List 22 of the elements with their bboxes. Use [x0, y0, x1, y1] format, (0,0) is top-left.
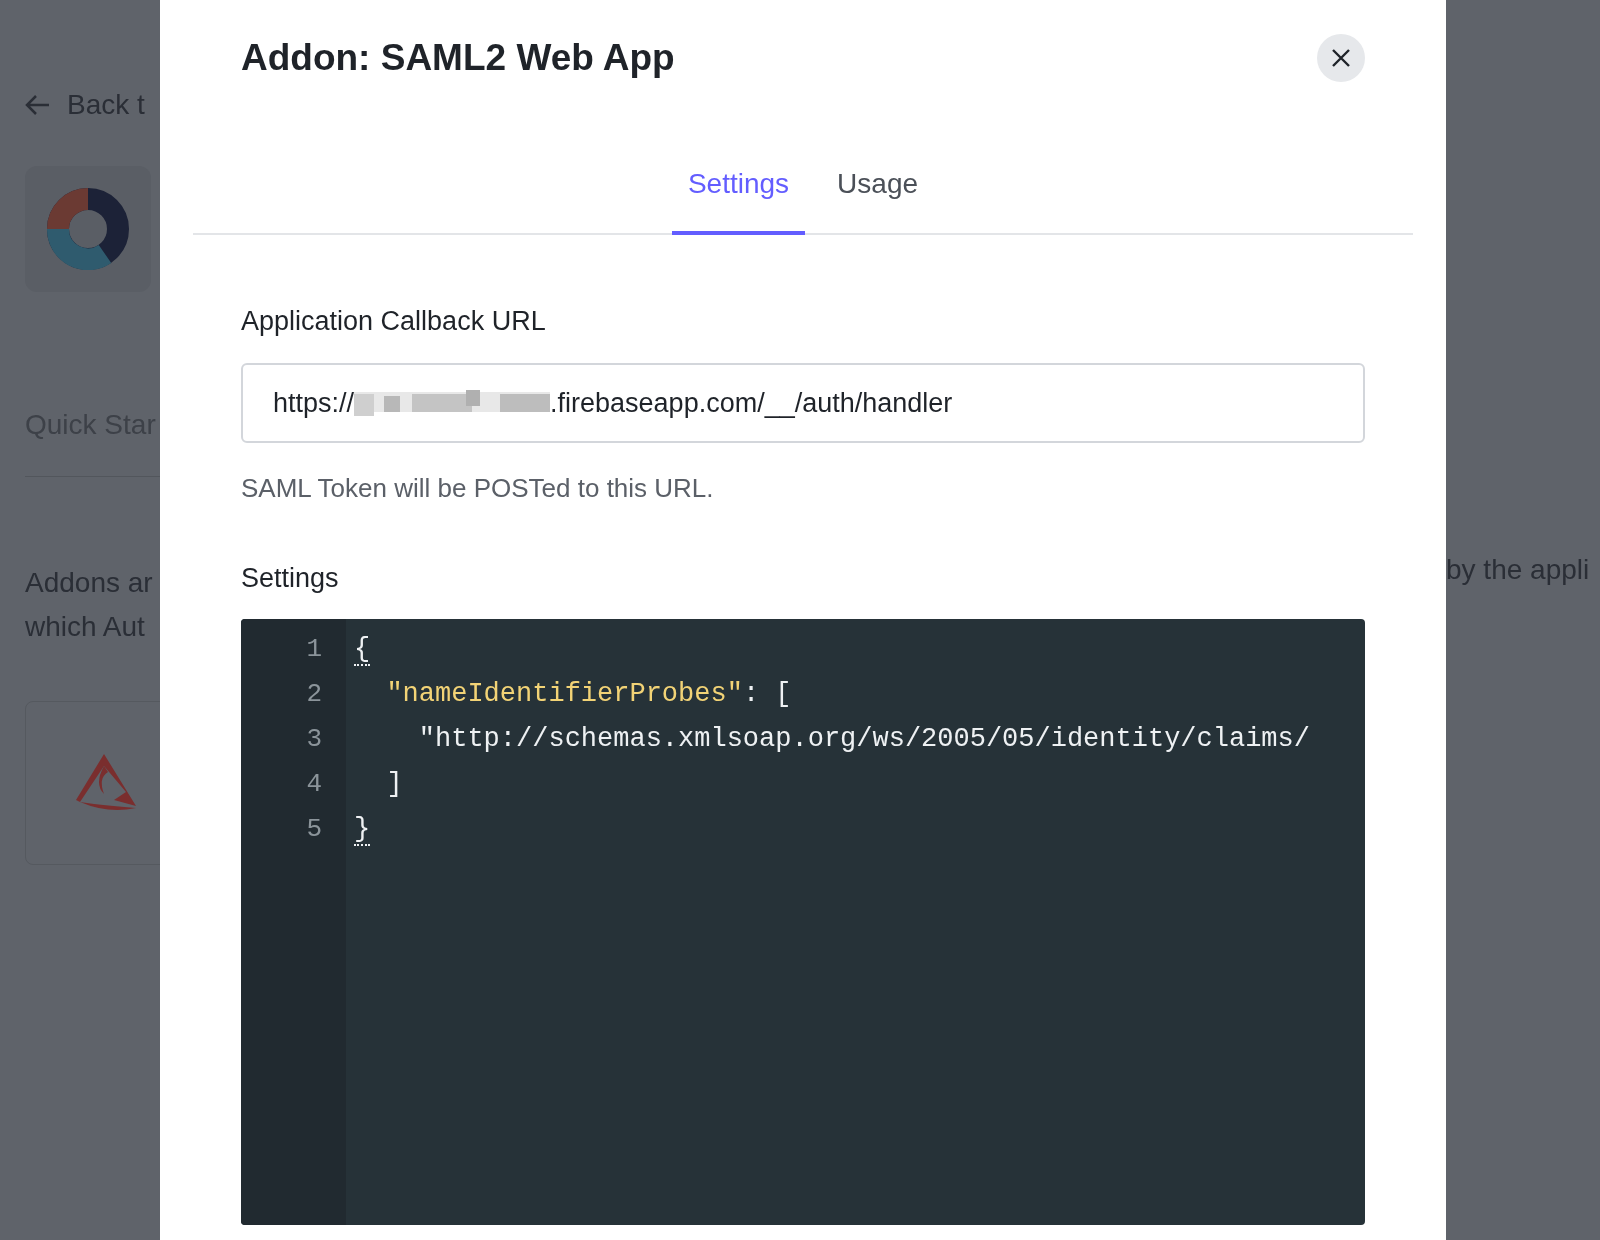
- code-editor[interactable]: 1 2 3 4 5 { "nameIdentifierProbes": [ "http://schemas.xmlsoap.org/ws/2005/05/identity/claims/ ] }: [241, 618, 1365, 1225]
- field-label: Application Callback URL: [241, 304, 547, 338]
- close-icon: [1331, 47, 1351, 68]
- tab[interactable]: Usage: [821, 162, 935, 235]
- line-number: 5: [306, 812, 322, 846]
- field-hint: SAML Token will be POSTed to this URL.: [241, 472, 715, 505]
- line-number: 2: [306, 677, 322, 711]
- code-line: "http://schemas.xmlsoap.org/ws/2005/05/identity/claims/: [417, 722, 1310, 756]
- field-label: Settings: [241, 562, 340, 595]
- code-line: {: [354, 632, 371, 668]
- code-line: }: [354, 812, 371, 848]
- tab[interactable]: Settings: [671, 162, 806, 235]
- code-line: ]: [385, 767, 403, 801]
- close-button[interactable]: [1317, 33, 1365, 82]
- line-number: 4: [306, 767, 322, 801]
- url-field[interactable]: https:// .firebaseapp.com/__/auth/handler: [241, 363, 1365, 443]
- app-logo-icon: [47, 188, 129, 270]
- line-number: 3: [306, 722, 322, 756]
- back-arrow-icon[interactable]: [25, 94, 51, 116]
- dialog-title: Addon: SAML2 Web App: [241, 36, 675, 80]
- line-number: 1: [306, 632, 322, 666]
- code-line: "nameIdentifierProbes": [: [385, 677, 792, 711]
